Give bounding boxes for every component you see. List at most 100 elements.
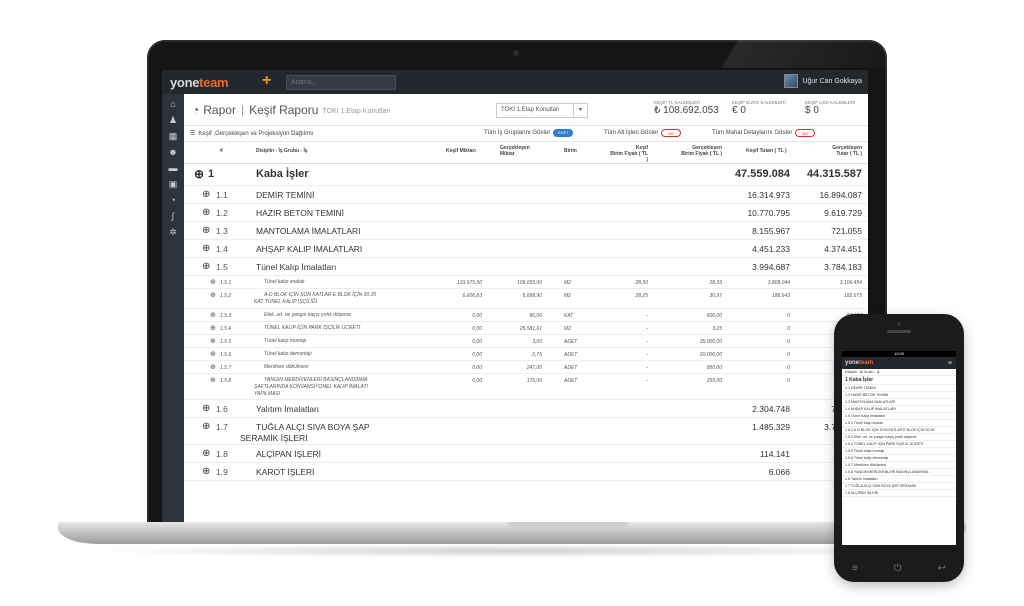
- table-row[interactable]: ⊕ 1.5.5 Tünel kalıp montajı 0,00 3,00 ADET - 35…: [184, 335, 868, 348]
- gear-icon[interactable]: ✲: [162, 224, 184, 240]
- toggle-switch[interactable]: NO: [661, 129, 682, 137]
- list-item[interactable]: 1.8 ALÇIPAN İŞLERİ: [842, 490, 956, 497]
- gercek-miktar: 0,75: [532, 352, 542, 358]
- phone-app-bar: yone team ≡: [842, 357, 956, 369]
- col-gercek-miktar[interactable]: Gerçekleşen Miktar: [500, 145, 530, 157]
- gercek-fiyat: 255,00: [706, 378, 722, 384]
- briefcase-icon[interactable]: ▣: [162, 176, 184, 192]
- screen-glare: [647, 40, 887, 68]
- expand-icon[interactable]: ⊕: [210, 350, 216, 358]
- expand-icon[interactable]: ⊕: [210, 324, 216, 332]
- table-row[interactable]: ⊕ 1.4 AHŞAP KALIP İMALATLARI 4.451.233 4.374…: [184, 240, 868, 258]
- list-item[interactable]: 1.5.2 A-D BLOK İÇİN SON KATLAR E BLOK İÇ…: [842, 427, 956, 434]
- expand-icon[interactable]: ⊕: [202, 466, 210, 477]
- user-menu[interactable]: Uğur Can Gokkaya: [784, 74, 862, 88]
- list-item[interactable]: 1.5.3 Elek. od. ve yangın kaçış yırtık d…: [842, 434, 956, 441]
- toggle-all-groups[interactable]: Tüm İş Gruplarını Göster EVET: [484, 129, 574, 137]
- table-row[interactable]: ⊕1.8ALÇIPAN İŞLERİ114.14138.000: [184, 445, 868, 463]
- expand-icon[interactable]: ⊕: [210, 376, 216, 384]
- table-row[interactable]: ⊕ 1.5.6 Tünel kalıp demontajı 0,00 0,75 ADET -…: [184, 348, 868, 361]
- expand-icon[interactable]: ⊕: [210, 363, 216, 371]
- row-name-2: SERAMİK İŞLERİ: [240, 433, 308, 443]
- list-item[interactable]: 1.7 TUĞLA ALÇI SIVA BOYA ŞAP SERAMİK: [842, 483, 956, 490]
- col-kesif-fiyat[interactable]: Keşif Birim Fiyatı ( TL ): [608, 145, 648, 163]
- table-row[interactable]: ⊕ 1.5.2 A-D BLOK İÇİN SON KATLAR E BLOK İÇ…: [184, 289, 868, 309]
- expand-icon[interactable]: ⊕: [194, 167, 204, 181]
- home-icon[interactable]: ⌂: [162, 96, 184, 112]
- kesif-miktar: 0,00: [472, 326, 482, 332]
- table-row[interactable]: ⊕1.6Yalıtım İmalatları2.304.748786.163: [184, 400, 868, 418]
- list-item[interactable]: 1.5.8 YANGIN MERDİVENLERİ BASINÇLANDIRMA: [842, 469, 956, 476]
- table-row[interactable]: ⊕ 1 Kaba İşler 47.559.084 44.315.587: [184, 164, 868, 186]
- back-icon[interactable]: ↩: [938, 563, 946, 574]
- col-gercek-tutar[interactable]: Gerçekleşen Tutar ( TL ): [816, 145, 862, 157]
- expand-icon[interactable]: ⊕: [202, 448, 210, 459]
- list-item[interactable]: 1.5.5 Tünel kalıp montajı: [842, 448, 956, 455]
- kesif-miktar: 6.606,83: [462, 293, 482, 299]
- col-gercek-fiyat[interactable]: Gerçekleşen Birim Fiyatı ( TL ): [674, 145, 722, 157]
- expand-icon[interactable]: ⊕: [210, 291, 216, 299]
- table-row[interactable]: ⊕ 1.1 DEMİR TEMİNİ 16.314.973 16.894.087: [184, 186, 868, 204]
- birim: ADET: [564, 378, 578, 384]
- col-birim[interactable]: Birim: [564, 148, 577, 154]
- chart-icon[interactable]: ∫: [162, 208, 184, 224]
- col-kesif-tutar[interactable]: Keşif Tutarı ( TL ): [746, 148, 787, 154]
- list-item[interactable]: 1.6 Yalıtım İmalatları: [842, 476, 956, 483]
- menu-icon[interactable]: ≡: [852, 563, 858, 574]
- list-item[interactable]: 1 Kaba İşler: [842, 376, 956, 385]
- row-number: 1.5.3: [220, 313, 232, 319]
- users-icon[interactable]: ☻: [162, 144, 184, 160]
- menu-icon[interactable]: ≡: [948, 360, 952, 367]
- gercek-miktar: 5.898,90: [522, 293, 542, 299]
- toggle-all-details[interactable]: Tüm Mahal Detaylarını Göster NO: [712, 129, 816, 137]
- list-item[interactable]: 1.4 AHŞAP KALIP İMALATLARI: [842, 406, 956, 413]
- expand-icon[interactable]: ⊕: [202, 207, 210, 218]
- add-icon[interactable]: +: [262, 73, 278, 90]
- table-row[interactable]: ⊕ 1.5.3 Elek. od. ve yangın kaçış yırtık d…: [184, 309, 868, 322]
- calendar-icon[interactable]: ▦: [162, 128, 184, 144]
- expand-icon[interactable]: ⊕: [210, 278, 216, 286]
- list-item[interactable]: 1.3 MANTOLAMA İMALATLARI: [842, 399, 956, 406]
- expand-icon[interactable]: ⊕: [202, 243, 210, 254]
- dashboard-icon[interactable]: ◔: [162, 192, 184, 208]
- table-row[interactable]: ⊕ 1.5.8 YANGIN MERDİVENLERİ BASINÇLANDIRMA…: [184, 374, 868, 400]
- list-item[interactable]: 1.5.7 Merdiven dökülmesi: [842, 462, 956, 469]
- expand-icon[interactable]: ⊕: [202, 189, 210, 200]
- expand-icon[interactable]: ⊕: [210, 311, 216, 319]
- search-input[interactable]: [286, 74, 396, 90]
- table-row[interactable]: ⊕ 1.5.4 TÜNEL KALIP İÇİN PARK İŞÇİLİK ÜCRE…: [184, 322, 868, 335]
- kesif-tutar: 0: [787, 339, 790, 345]
- kesif-tutar: 0: [787, 378, 790, 384]
- col-group[interactable]: Disiplin - İş Grubu - İş: [256, 148, 308, 154]
- expand-icon[interactable]: ⊕: [202, 261, 210, 272]
- app-logo[interactable]: yoneteam: [162, 75, 238, 90]
- expand-icon[interactable]: ⊕: [210, 337, 216, 345]
- expand-icon[interactable]: ⊕: [202, 225, 210, 236]
- list-item[interactable]: 1.5.4 TÜNEL KALIP İÇİN PARK İŞÇİLİK ÜCRE…: [842, 441, 956, 448]
- table-row[interactable]: ⊕ 1.5 Tünel Kalıp İmalatları 3.994.687 3.784…: [184, 258, 868, 276]
- toggle-all-subtasks[interactable]: Tüm Alt İşleri Göster NO: [604, 129, 682, 137]
- table-row[interactable]: ⊕ 1.7 TUĞLA ALÇI SIVA BOYA ŞAP SERAMİK İŞLE…: [184, 418, 868, 445]
- list-item[interactable]: 1.5.6 Tünel kalıp demontajı: [842, 455, 956, 462]
- expand-icon[interactable]: ⊕: [202, 403, 210, 414]
- toggle-switch[interactable]: EVET: [553, 129, 574, 137]
- table-row[interactable]: ⊕ 1.3 MANTOLAMA İMALATLARI 8.155.967 721.055: [184, 222, 868, 240]
- folder-icon[interactable]: ▬: [162, 160, 184, 176]
- power-icon[interactable]: ⏻: [894, 563, 902, 574]
- table-row[interactable]: ⊕ 1.9 KAROT İŞLERİ 6.066: [184, 463, 868, 481]
- col-num[interactable]: #: [220, 148, 223, 154]
- list-item[interactable]: 1.1 DEMİR TEMİNİ: [842, 385, 956, 392]
- project-select[interactable]: TOKİ 1.Etap Konutları ▾: [496, 103, 588, 118]
- col-kesif-miktari[interactable]: Keşif Miktarı: [446, 148, 476, 154]
- list-item[interactable]: 1.2 HAZIR BETON TEMİNİ: [842, 392, 956, 399]
- row-number: 1.5.6: [220, 352, 232, 358]
- kpi-euro: KEŞİF EURO KALEMLERİ € 0: [732, 100, 786, 116]
- table-row[interactable]: ⊕ 1.5.1 Tünel kalıp imalatı 133.675,50 109.6…: [184, 276, 868, 289]
- table-row[interactable]: ⊕ 1.5.7 Merdiven dökülmesi 0,00 247,00 ADET - 8…: [184, 361, 868, 374]
- table-row[interactable]: ⊕ 1.2 HAZIR BETON TEMİNİ 10.770.795 9.619.72…: [184, 204, 868, 222]
- toggle-switch[interactable]: NO: [795, 129, 816, 137]
- list-item[interactable]: 1.5 Tünel Kalıp İmalatları: [842, 413, 956, 420]
- expand-icon[interactable]: ⊕: [202, 421, 210, 432]
- list-item[interactable]: 1.5.1 Tünel kalıp imalatı: [842, 420, 956, 427]
- user-icon[interactable]: ♟: [162, 112, 184, 128]
